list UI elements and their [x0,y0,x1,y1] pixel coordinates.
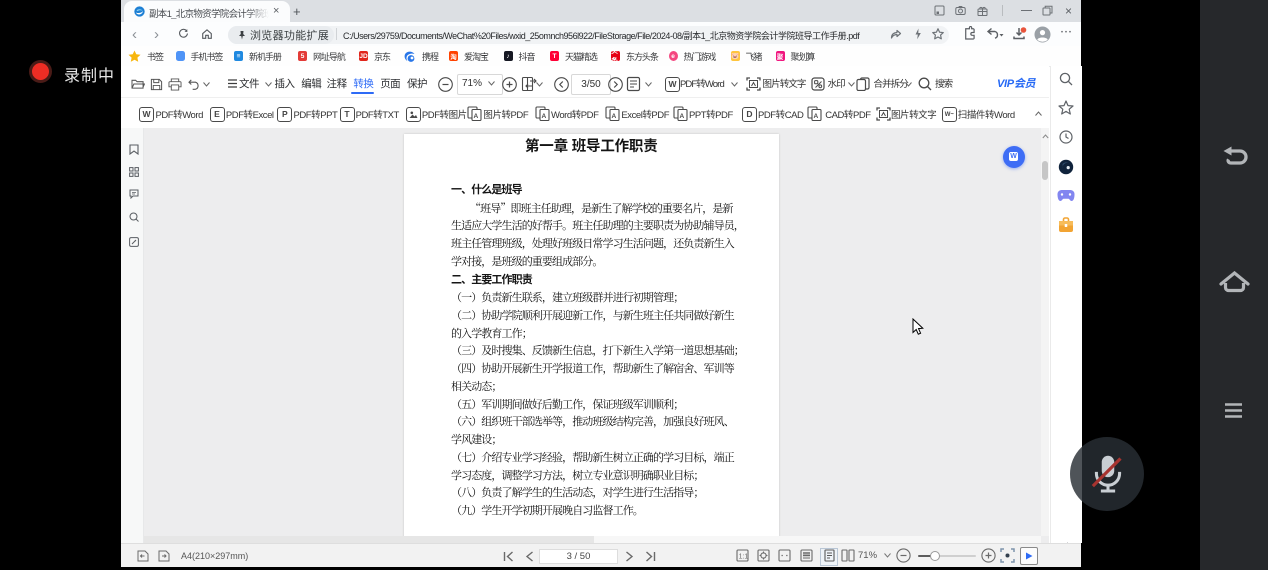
svg-text:A: A [679,113,684,120]
svg-text:A: A [541,113,546,120]
svg-text:A: A [813,113,818,120]
svg-text:A: A [612,113,617,120]
svg-text:A: A [474,113,479,120]
svg-text:1:1: 1:1 [739,554,749,561]
